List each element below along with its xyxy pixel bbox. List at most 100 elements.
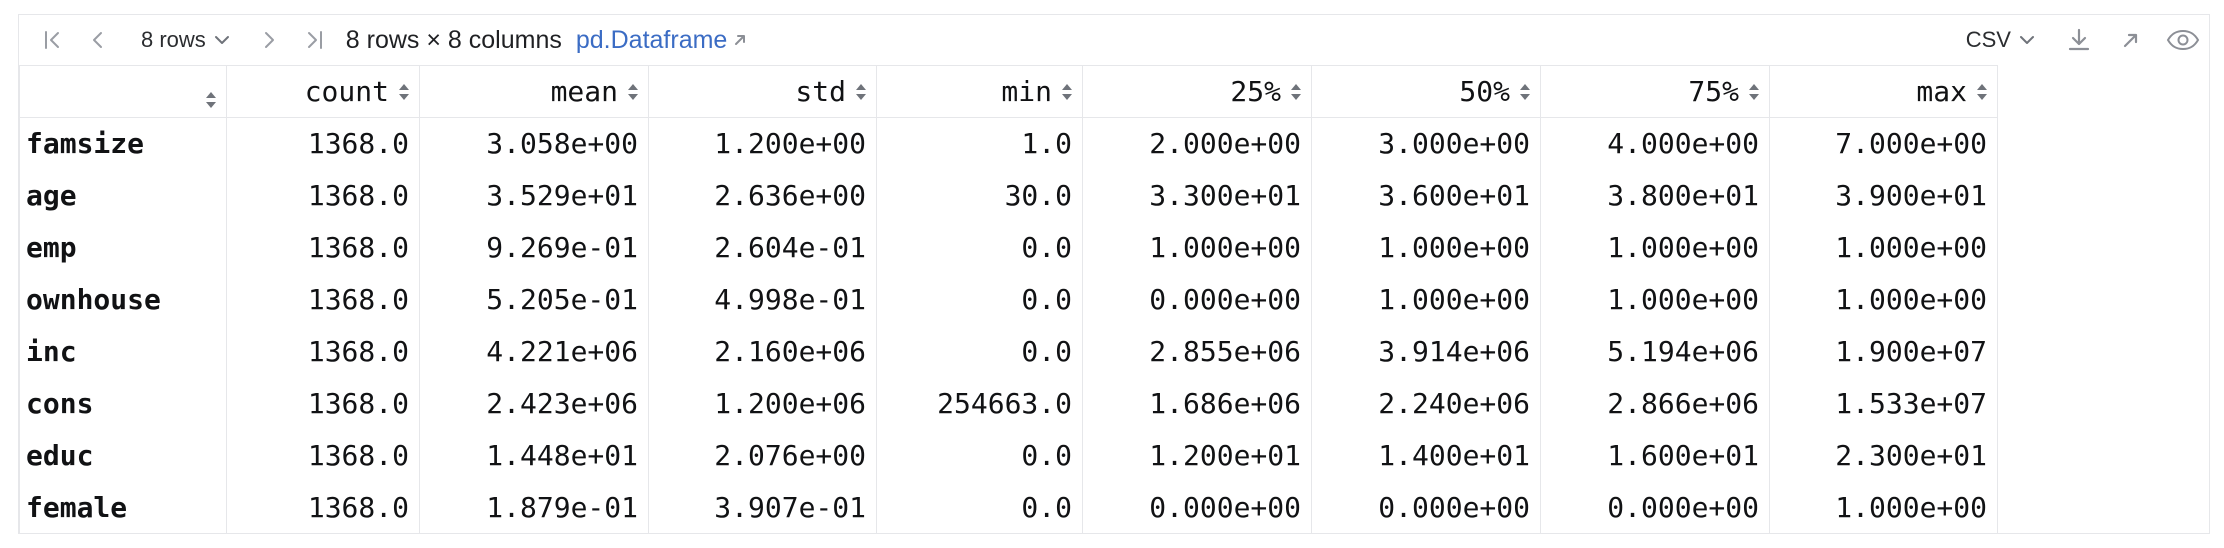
sort-icon[interactable] [206, 91, 216, 109]
table-cell[interactable]: 1.000e+00 [1082, 221, 1312, 274]
table-row[interactable]: inc 1368.0 4.221e+06 2.160e+06 0.0 2.855e+06 3… [19, 325, 1998, 378]
table-cell[interactable]: 4.998e-01 [648, 273, 877, 326]
table-cell[interactable]: 2.866e+06 [1540, 377, 1770, 430]
table-cell[interactable]: 2.855e+06 [1082, 325, 1312, 378]
table-cell[interactable]: 254663.0 [876, 377, 1083, 430]
export-format-select[interactable]: CSV [1966, 27, 2035, 53]
table-cell[interactable]: 4.221e+06 [419, 325, 649, 378]
last-page-icon[interactable] [292, 22, 338, 58]
table-cell[interactable]: 1368.0 [226, 273, 420, 326]
table-cell[interactable]: 1.000e+00 [1769, 481, 1998, 534]
sort-icon[interactable] [628, 83, 638, 101]
table-cell[interactable]: 1368.0 [226, 117, 420, 170]
table-cell[interactable]: 0.0 [876, 325, 1083, 378]
table-cell[interactable]: 2.300e+01 [1769, 429, 1998, 482]
next-page-icon[interactable] [246, 22, 292, 58]
table-cell[interactable]: 1.879e-01 [419, 481, 649, 534]
column-header[interactable]: min [876, 65, 1083, 118]
table-cell[interactable]: 1.200e+01 [1082, 429, 1312, 482]
table-row[interactable]: emp 1368.0 9.269e-01 2.604e-01 0.0 1.000e+00 1… [19, 221, 1998, 274]
sort-icon[interactable] [1749, 83, 1759, 101]
column-header[interactable]: 75% [1540, 65, 1770, 118]
table-cell[interactable]: 1.900e+07 [1769, 325, 1998, 378]
table-cell[interactable]: 1.000e+00 [1311, 273, 1541, 326]
table-cell[interactable]: 2.423e+06 [419, 377, 649, 430]
table-cell[interactable]: 3.900e+01 [1769, 169, 1998, 222]
table-cell[interactable]: 1368.0 [226, 169, 420, 222]
index-column-header[interactable] [19, 65, 227, 118]
table-cell[interactable]: 2.604e-01 [648, 221, 877, 274]
table-cell[interactable]: 0.000e+00 [1082, 481, 1312, 534]
table-cell[interactable]: 7.000e+00 [1769, 117, 1998, 170]
table-cell[interactable]: 1.533e+07 [1769, 377, 1998, 430]
table-cell[interactable]: 2.636e+00 [648, 169, 877, 222]
table-cell[interactable]: 1368.0 [226, 325, 420, 378]
table-row[interactable]: ownhouse 1368.0 5.205e-01 4.998e-01 0.0 0.000… [19, 273, 1998, 326]
table-cell[interactable]: 1.000e+00 [1311, 221, 1541, 274]
table-cell[interactable]: 1.000e+00 [1769, 273, 1998, 326]
sort-icon[interactable] [1062, 83, 1072, 101]
table-cell[interactable]: 0.0 [876, 481, 1083, 534]
open-in-new-icon[interactable] [2105, 20, 2157, 60]
table-cell[interactable]: 3.914e+06 [1311, 325, 1541, 378]
table-cell[interactable]: 3.058e+00 [419, 117, 649, 170]
previous-page-icon[interactable] [75, 22, 121, 58]
table-cell[interactable]: 0.000e+00 [1311, 481, 1541, 534]
table-cell[interactable]: 0.000e+00 [1540, 481, 1770, 534]
table-row[interactable]: famsize 1368.0 3.058e+00 1.200e+00 1.0 2.000e… [19, 117, 1998, 170]
sort-icon[interactable] [1291, 83, 1301, 101]
table-cell[interactable]: 3.907e-01 [648, 481, 877, 534]
table-cell[interactable]: 2.240e+06 [1311, 377, 1541, 430]
table-cell[interactable]: 0.0 [876, 221, 1083, 274]
table-cell[interactable]: 2.076e+00 [648, 429, 877, 482]
table-cell[interactable]: 1.448e+01 [419, 429, 649, 482]
table-cell[interactable]: 3.800e+01 [1540, 169, 1770, 222]
first-page-icon[interactable] [29, 22, 75, 58]
table-row[interactable]: age 1368.0 3.529e+01 2.636e+00 30.0 3.300e+01… [19, 169, 1998, 222]
table-cell[interactable]: 2.000e+00 [1082, 117, 1312, 170]
table-cell[interactable]: 3.000e+00 [1311, 117, 1541, 170]
table-cell[interactable]: 1.0 [876, 117, 1083, 170]
table-cell[interactable]: 5.205e-01 [419, 273, 649, 326]
sort-icon[interactable] [399, 83, 409, 101]
column-header[interactable]: max [1769, 65, 1998, 118]
sort-icon[interactable] [1520, 83, 1530, 101]
table-cell[interactable]: 1.000e+00 [1540, 221, 1770, 274]
download-icon[interactable] [2053, 20, 2105, 60]
table-cell[interactable]: 30.0 [876, 169, 1083, 222]
sort-icon[interactable] [856, 83, 866, 101]
table-row[interactable]: cons 1368.0 2.423e+06 1.200e+06 254663.0 1.68… [19, 377, 1998, 430]
table-cell[interactable]: 5.194e+06 [1540, 325, 1770, 378]
column-header[interactable]: 25% [1082, 65, 1312, 118]
table-cell[interactable]: 9.269e-01 [419, 221, 649, 274]
table-cell[interactable]: 0.0 [876, 273, 1083, 326]
table-cell[interactable]: 3.300e+01 [1082, 169, 1312, 222]
dataframe-type-link[interactable]: pd.Dataframe [576, 26, 747, 55]
table-cell[interactable]: 0.0 [876, 429, 1083, 482]
table-cell[interactable]: 1.686e+06 [1082, 377, 1312, 430]
table-cell[interactable]: 2.160e+06 [648, 325, 877, 378]
table-cell[interactable]: 3.529e+01 [419, 169, 649, 222]
table-cell[interactable]: 1368.0 [226, 221, 420, 274]
table-row[interactable]: educ 1368.0 1.448e+01 2.076e+00 0.0 1.200e+01… [19, 429, 1998, 482]
table-cell[interactable]: 1.400e+01 [1311, 429, 1541, 482]
table-cell[interactable]: 1368.0 [226, 377, 420, 430]
column-header[interactable]: count [226, 65, 420, 118]
table-cell[interactable]: 1.000e+00 [1540, 273, 1770, 326]
table-cell[interactable]: 1.000e+00 [1769, 221, 1998, 274]
table-cell[interactable]: 1368.0 [226, 481, 420, 534]
table-cell[interactable]: 1.200e+00 [648, 117, 877, 170]
table-row[interactable]: female 1368.0 1.879e-01 3.907e-01 0.0 0.000e+… [19, 481, 1998, 534]
table-cell[interactable]: 4.000e+00 [1540, 117, 1770, 170]
table-cell[interactable]: 1.200e+06 [648, 377, 877, 430]
column-header[interactable]: mean [419, 65, 649, 118]
table-cell[interactable]: 0.000e+00 [1082, 273, 1312, 326]
rows-per-page-select[interactable]: 8 rows [131, 22, 240, 58]
eye-icon[interactable] [2157, 20, 2209, 60]
column-header[interactable]: 50% [1311, 65, 1541, 118]
sort-icon[interactable] [1977, 83, 1987, 101]
table-cell[interactable]: 1368.0 [226, 429, 420, 482]
table-cell[interactable]: 3.600e+01 [1311, 169, 1541, 222]
column-header[interactable]: std [648, 65, 877, 118]
table-cell[interactable]: 1.600e+01 [1540, 429, 1770, 482]
